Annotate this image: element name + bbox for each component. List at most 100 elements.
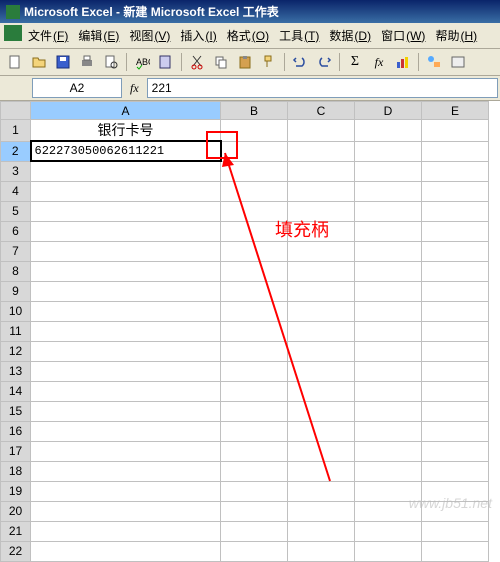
menu-help[interactable]: 帮助(H) [431,25,481,46]
cell-B12[interactable] [221,341,288,361]
cell-B8[interactable] [221,261,288,281]
cell-E18[interactable] [422,461,489,481]
cell-C4[interactable] [288,181,355,201]
row-header[interactable]: 19 [1,481,31,501]
cell-C16[interactable] [288,421,355,441]
cell-E14[interactable] [422,381,489,401]
row-header[interactable]: 7 [1,241,31,261]
menu-data[interactable]: 数据(D) [325,25,375,46]
formula-input[interactable]: 221 [147,78,498,98]
cell-D4[interactable] [355,181,422,201]
cell-B4[interactable] [221,181,288,201]
zoom-button[interactable] [447,51,469,73]
print-preview-button[interactable] [100,51,122,73]
cell-B1[interactable] [221,120,288,142]
menu-window[interactable]: 窗口(W) [377,25,429,46]
cell-B18[interactable] [221,461,288,481]
column-header-A[interactable]: A [31,102,221,120]
row-header[interactable]: 3 [1,161,31,181]
cell-C2[interactable] [288,141,355,161]
menu-tools[interactable]: 工具(T) [275,25,323,46]
cell-A14[interactable] [31,381,221,401]
cell-B9[interactable] [221,281,288,301]
cell-C1[interactable] [288,120,355,142]
cell-B22[interactable] [221,541,288,561]
cell-D18[interactable] [355,461,422,481]
row-header[interactable]: 12 [1,341,31,361]
cut-button[interactable] [186,51,208,73]
cell-B10[interactable] [221,301,288,321]
cell-D2[interactable] [355,141,422,161]
save-button[interactable] [52,51,74,73]
cell-D9[interactable] [355,281,422,301]
cell-A11[interactable] [31,321,221,341]
cell-C22[interactable] [288,541,355,561]
name-box[interactable]: A2 [32,78,122,98]
cell-E6[interactable] [422,221,489,241]
row-header[interactable]: 17 [1,441,31,461]
cell-A17[interactable] [31,441,221,461]
cell-D14[interactable] [355,381,422,401]
cell-D13[interactable] [355,361,422,381]
copy-button[interactable] [210,51,232,73]
cell-E5[interactable] [422,201,489,221]
cell-D8[interactable] [355,261,422,281]
drawing-button[interactable] [423,51,445,73]
row-header[interactable]: 16 [1,421,31,441]
cell-D21[interactable] [355,521,422,541]
select-all-corner[interactable] [1,102,31,120]
undo-button[interactable] [289,51,311,73]
cell-E21[interactable] [422,521,489,541]
cell-B19[interactable] [221,481,288,501]
cell-C20[interactable] [288,501,355,521]
cell-C17[interactable] [288,441,355,461]
menu-view[interactable]: 视图(V) [125,25,174,46]
cell-C18[interactable] [288,461,355,481]
cell-C13[interactable] [288,361,355,381]
row-header[interactable]: 21 [1,521,31,541]
row-header[interactable]: 9 [1,281,31,301]
cell-D11[interactable] [355,321,422,341]
cell-E4[interactable] [422,181,489,201]
cell-B11[interactable] [221,321,288,341]
paste-button[interactable] [234,51,256,73]
row-header[interactable]: 6 [1,221,31,241]
row-header[interactable]: 4 [1,181,31,201]
row-header[interactable]: 2 [1,141,31,161]
cell-C8[interactable] [288,261,355,281]
cell-B2[interactable] [221,141,288,161]
cell-D7[interactable] [355,241,422,261]
cell-D10[interactable] [355,301,422,321]
cell-A21[interactable] [31,521,221,541]
menu-edit[interactable]: 编辑(E) [74,25,123,46]
column-header-E[interactable]: E [422,102,489,120]
cell-E15[interactable] [422,401,489,421]
row-header[interactable]: 18 [1,461,31,481]
cell-B7[interactable] [221,241,288,261]
cell-D16[interactable] [355,421,422,441]
cell-A13[interactable] [31,361,221,381]
spelling-button[interactable]: ABC [131,51,153,73]
column-header-D[interactable]: D [355,102,422,120]
cell-C12[interactable] [288,341,355,361]
cell-A1[interactable]: 银行卡号 [31,120,221,142]
chart-button[interactable] [392,51,414,73]
cell-C11[interactable] [288,321,355,341]
row-header[interactable]: 14 [1,381,31,401]
cell-E2[interactable] [422,141,489,161]
print-button[interactable] [76,51,98,73]
row-header[interactable]: 1 [1,120,31,142]
row-header[interactable]: 20 [1,501,31,521]
cell-B20[interactable] [221,501,288,521]
cell-E13[interactable] [422,361,489,381]
autosum-button[interactable]: Σ [344,51,366,73]
cell-A3[interactable] [31,161,221,181]
cell-C14[interactable] [288,381,355,401]
cell-B17[interactable] [221,441,288,461]
cell-A9[interactable] [31,281,221,301]
cell-B14[interactable] [221,381,288,401]
cell-E3[interactable] [422,161,489,181]
cell-B16[interactable] [221,421,288,441]
cell-D22[interactable] [355,541,422,561]
row-header[interactable]: 22 [1,541,31,561]
